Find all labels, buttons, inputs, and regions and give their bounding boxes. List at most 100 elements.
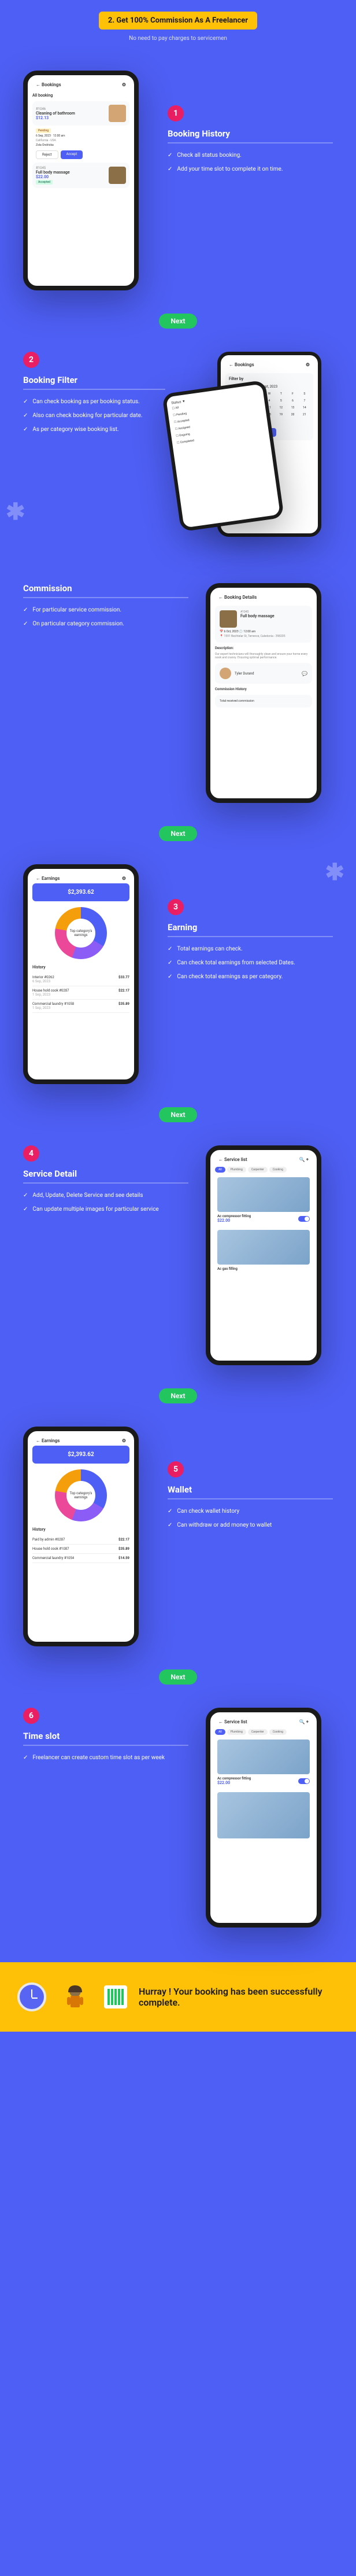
chat-icon[interactable]: 💬	[302, 671, 307, 676]
chip[interactable]: All	[215, 1167, 225, 1173]
chip[interactable]: All	[215, 1729, 225, 1735]
booking-id: #1046	[36, 107, 105, 111]
search-icon[interactable]: 🔍 +	[299, 1157, 309, 1162]
clock-icon	[17, 1982, 46, 2011]
chip[interactable]: Carpenter	[248, 1729, 268, 1735]
phone-title: Earnings	[42, 876, 60, 881]
chip[interactable]: Plumbing	[227, 1167, 246, 1173]
feature-item: Can withdraw or add money to wallet	[177, 1521, 272, 1530]
feature-item: Check all status booking.	[177, 152, 241, 160]
feature-title: Service Detail	[23, 1169, 188, 1184]
tab-all[interactable]: All booking	[32, 93, 129, 98]
desc-heading: Description:	[215, 646, 312, 650]
feature-item: Can check total earnings as per category…	[177, 973, 283, 981]
header-badge: 2. Get 100% Commission As A Freelancer	[99, 12, 257, 30]
row-amt: $35.89	[118, 1002, 129, 1010]
service-card[interactable]: Ac gas filling	[215, 1228, 312, 1273]
service-price: $22.00	[217, 1781, 251, 1785]
earnings-amount: $2,393.62	[32, 883, 129, 901]
next-button[interactable]: Next	[159, 1670, 196, 1685]
history-row[interactable]: Interior #02626 Sep, 2023$33.77	[32, 973, 129, 986]
step-number: 3	[168, 899, 184, 915]
chip[interactable]: Plumbing	[227, 1729, 246, 1735]
row-date: 1 Sep, 2023	[32, 993, 69, 997]
feature-item: Freelancer can create custom time slot a…	[32, 1754, 165, 1762]
chip[interactable]: Carpenter	[248, 1167, 268, 1173]
asterisk-icon: ✱	[325, 858, 344, 886]
check-icon: ✓	[168, 1508, 172, 1516]
check-icon: ✓	[23, 1206, 28, 1214]
feature-item: Also can check booking for particular da…	[32, 412, 142, 420]
service-card[interactable]: Ac compressor fitting $22.00	[215, 1737, 312, 1788]
row-date: 1 Sep, 2023	[32, 1006, 74, 1010]
feature-item: As per category wise booking list.	[32, 426, 118, 434]
donut-chart: Top category's earnings	[55, 1469, 107, 1521]
booking-title: Full body massage	[36, 170, 105, 175]
service-image	[217, 1177, 310, 1212]
service-card[interactable]	[215, 1790, 312, 1843]
next-button[interactable]: Next	[159, 1388, 196, 1403]
status-badge: Pending	[36, 128, 51, 133]
earnings-amount: $2,393.62	[32, 1446, 129, 1464]
booking-id: #1045	[36, 166, 105, 170]
avatar-illustration	[58, 1980, 92, 2014]
chip[interactable]: Cooking	[269, 1729, 287, 1735]
row-name: Commercial laundry #1054	[32, 1556, 74, 1560]
toggle[interactable]	[298, 1216, 310, 1222]
check-icon: ✓	[23, 398, 28, 406]
history-row[interactable]: Commercial laundry #10581 Sep, 2023$35.8…	[32, 1000, 129, 1013]
row-amt: $33.77	[118, 975, 129, 983]
chip[interactable]: Cooking	[269, 1167, 287, 1173]
service-title: Full body massage	[240, 614, 275, 618]
location: 1591 Bechtelar St, Terrence, Caledonia -…	[224, 635, 285, 638]
next-button[interactable]: Next	[159, 1107, 196, 1122]
check-icon: ✓	[168, 959, 172, 967]
footer-text: Hurray ! Your booking has been successfu…	[139, 1986, 339, 2008]
search-icon[interactable]: 🔍 +	[299, 1719, 309, 1724]
feature-item: Can check wallet history	[177, 1508, 239, 1516]
service-name: Ac compressor fitting	[217, 1214, 251, 1218]
history-row[interactable]: Commercial laundry #1054$14.59	[32, 1554, 129, 1563]
booking-price: $22.00	[36, 175, 105, 179]
footer-banner: Hurray ! Your booking has been successfu…	[0, 1962, 356, 2032]
feature-item: Can update multiple images for particula…	[32, 1206, 158, 1214]
filter-icon[interactable]: ⚙	[306, 362, 310, 367]
next-button[interactable]: Next	[159, 314, 196, 329]
toggle[interactable]	[298, 1778, 310, 1784]
phone-bookings: ← Bookings⚙ All booking #1046 Cleaning o…	[23, 71, 139, 290]
history-row[interactable]: House hold cook #1087$35.89	[32, 1545, 129, 1554]
commission-heading: Commission History	[215, 687, 312, 691]
filter-icon[interactable]: ⚙	[122, 876, 126, 881]
booking-card[interactable]: #1045 Full body massage $22.00 Accepted	[32, 163, 129, 188]
step-number: 5	[168, 1461, 184, 1477]
service-image	[217, 1230, 310, 1265]
booking-card[interactable]: #1046 Cleaning of bathroom $12.13	[32, 101, 129, 126]
service-thumb	[220, 610, 237, 628]
donut-label: Top category's earnings	[68, 1491, 94, 1499]
check-icon: ✓	[23, 1192, 28, 1200]
donut-chart: Top category's earnings	[55, 907, 107, 959]
service-name: Ac gas filling	[217, 1267, 310, 1271]
filter-icon[interactable]: ⚙	[122, 82, 126, 87]
check-icon: ✓	[23, 606, 28, 614]
accept-button[interactable]: Accept	[61, 150, 83, 159]
row-name: Interior #0262	[32, 975, 54, 979]
feature-title: Wallet	[168, 1484, 333, 1499]
history-row[interactable]: House hold cook #02871 Sep, 2023$22.17	[32, 986, 129, 1000]
check-icon: ✓	[23, 426, 28, 434]
next-button[interactable]: Next	[159, 826, 196, 841]
service-price: $22.00	[217, 1218, 251, 1223]
filter-icon[interactable]: ⚙	[122, 1438, 126, 1443]
donut-label: Top category's earnings	[68, 929, 94, 937]
reject-button[interactable]: Reject	[36, 150, 58, 159]
history-row[interactable]: Paid by admin #0287$22.17	[32, 1535, 129, 1545]
date: 6 Sep, 2023	[36, 134, 51, 138]
service-image	[217, 1792, 310, 1838]
feature-item: For particular service commission.	[32, 606, 121, 614]
phone-service-list: ← Service list🔍 + All Plumbing Carpenter…	[206, 1145, 321, 1365]
header-title: 2. Get 100% Commission As A Freelancer	[108, 16, 248, 25]
location: California - USA	[36, 139, 126, 142]
date: 6 Oct, 2023	[224, 630, 238, 633]
phone-title: Earnings	[42, 1438, 60, 1443]
service-card[interactable]: Ac compressor fitting $22.00	[215, 1175, 312, 1225]
